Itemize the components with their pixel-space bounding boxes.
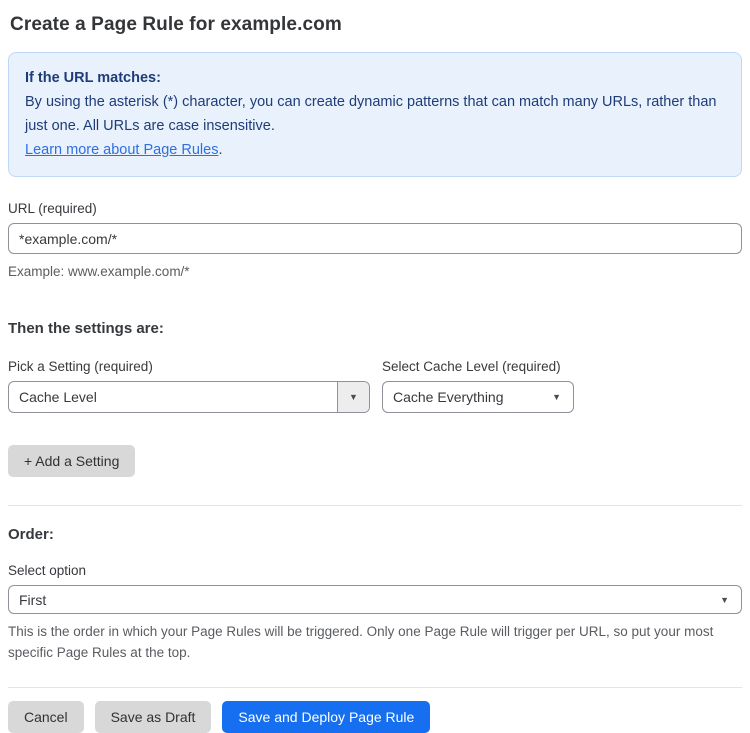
order-heading: Order: <box>8 526 54 543</box>
url-section: URL (required) Example: www.example.com/… <box>8 201 742 282</box>
link-suffix: . <box>218 142 223 158</box>
settings-section: Then the settings are: Pick a Setting (r… <box>8 320 742 477</box>
pick-setting-select[interactable]: Cache Level ▼ <box>8 381 370 413</box>
order-select-wrap: Select option First ▼ This is the order … <box>8 563 742 663</box>
cache-level-column: Select Cache Level (required) Cache Ever… <box>382 359 574 413</box>
url-field-label: URL (required) <box>8 201 97 216</box>
cache-level-select[interactable]: Cache Everything ▼ <box>382 381 574 413</box>
url-input[interactable] <box>8 223 742 254</box>
cancel-button[interactable]: Cancel <box>8 701 84 733</box>
pick-setting-label: Pick a Setting (required) <box>8 359 153 374</box>
save-as-draft-button[interactable]: Save as Draft <box>94 701 212 733</box>
page-title: Create a Page Rule for example.com <box>10 14 342 35</box>
pick-setting-column: Pick a Setting (required) Cache Level ▼ <box>8 359 370 413</box>
info-box-link-line: Learn more about Page Rules. <box>25 138 725 162</box>
pick-setting-value: Cache Level <box>19 389 97 405</box>
chevron-down-icon: ▼ <box>720 594 729 605</box>
footer-actions: Cancel Save as Draft Save and Deploy Pag… <box>8 701 742 733</box>
add-setting-wrap: + Add a Setting <box>8 445 742 477</box>
info-box-heading: If the URL matches: <box>25 70 161 86</box>
divider <box>8 505 742 506</box>
settings-row: Pick a Setting (required) Cache Level ▼ … <box>8 359 742 413</box>
save-and-deploy-button[interactable]: Save and Deploy Page Rule <box>222 701 431 733</box>
order-help-text: This is the order in which your Page Rul… <box>8 624 714 660</box>
url-example-help: Example: www.example.com/* <box>8 264 190 279</box>
settings-heading: Then the settings are: <box>8 320 164 337</box>
order-select[interactable]: First ▼ <box>8 585 742 614</box>
chevron-down-icon: ▼ <box>552 392 561 402</box>
learn-more-link[interactable]: Learn more about Page Rules <box>25 142 218 158</box>
order-select-value: First <box>19 591 47 608</box>
chevron-down-icon[interactable]: ▼ <box>337 382 369 412</box>
divider <box>8 687 742 688</box>
info-box-body: By using the asterisk (*) character, you… <box>25 94 717 134</box>
cache-level-label: Select Cache Level (required) <box>382 359 561 374</box>
order-select-label: Select option <box>8 563 87 578</box>
add-setting-button[interactable]: + Add a Setting <box>8 445 136 477</box>
order-section: Order: Select option First ▼ This is the… <box>8 526 742 663</box>
cache-level-value: Cache Everything <box>393 389 504 405</box>
url-matches-info-box: If the URL matches: By using the asteris… <box>8 52 742 177</box>
